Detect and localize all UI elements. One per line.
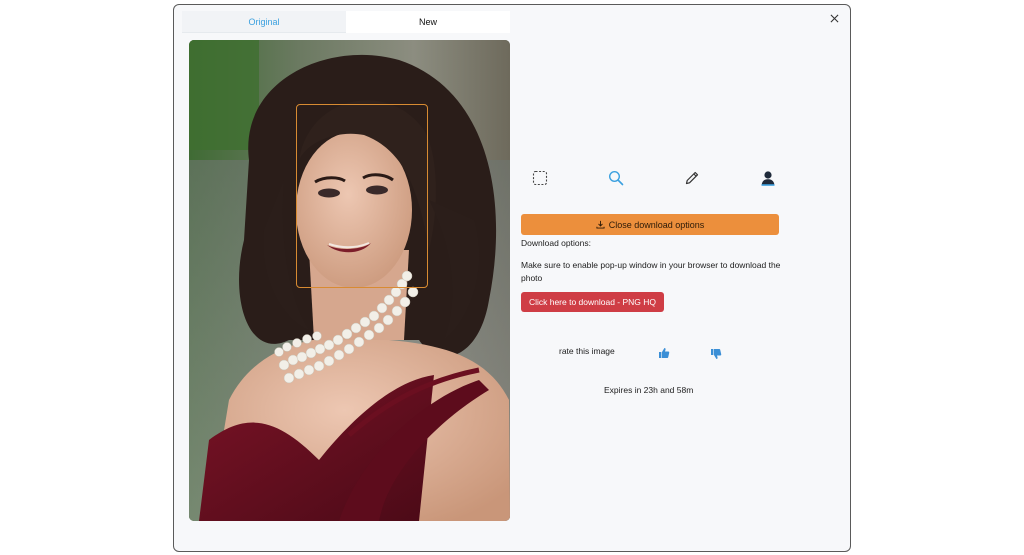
person-icon xyxy=(761,171,775,186)
thumbs-down-icon xyxy=(711,349,722,359)
close-button[interactable] xyxy=(827,11,841,25)
thumbs-down-button[interactable] xyxy=(710,347,722,359)
view-tabs: Original New xyxy=(182,11,510,33)
download-png-hq-button[interactable]: Click here to download - PNG HQ xyxy=(521,292,664,312)
thumbs-up-icon xyxy=(659,348,670,358)
pencil-icon xyxy=(685,171,699,185)
face-detection-box[interactable] xyxy=(296,104,428,288)
download-options-heading: Download options: xyxy=(521,238,591,248)
popup-note: Make sure to enable pop-up window in you… xyxy=(521,260,781,283)
photo-editor-dialog: Original New Close download options Down… xyxy=(173,4,851,552)
close-download-options-button[interactable]: Close download options xyxy=(521,214,779,235)
close-icon xyxy=(830,14,838,22)
select-tool[interactable] xyxy=(529,167,551,189)
tool-row xyxy=(529,167,779,189)
download-icon xyxy=(596,220,605,229)
magnifier-icon xyxy=(608,170,624,186)
expiry-text: Expires in 23h and 58m xyxy=(604,385,694,395)
draw-tool[interactable] xyxy=(681,167,703,189)
tab-new[interactable]: New xyxy=(346,11,510,33)
edited-photo xyxy=(189,40,510,521)
select-rectangle-icon xyxy=(532,170,548,186)
person-tool[interactable] xyxy=(757,167,779,189)
zoom-tool[interactable] xyxy=(605,167,627,189)
close-download-options-label: Close download options xyxy=(608,219,705,230)
rate-image-label: rate this image xyxy=(559,346,615,356)
tab-original[interactable]: Original xyxy=(182,11,346,33)
thumbs-up-button[interactable] xyxy=(658,346,670,358)
